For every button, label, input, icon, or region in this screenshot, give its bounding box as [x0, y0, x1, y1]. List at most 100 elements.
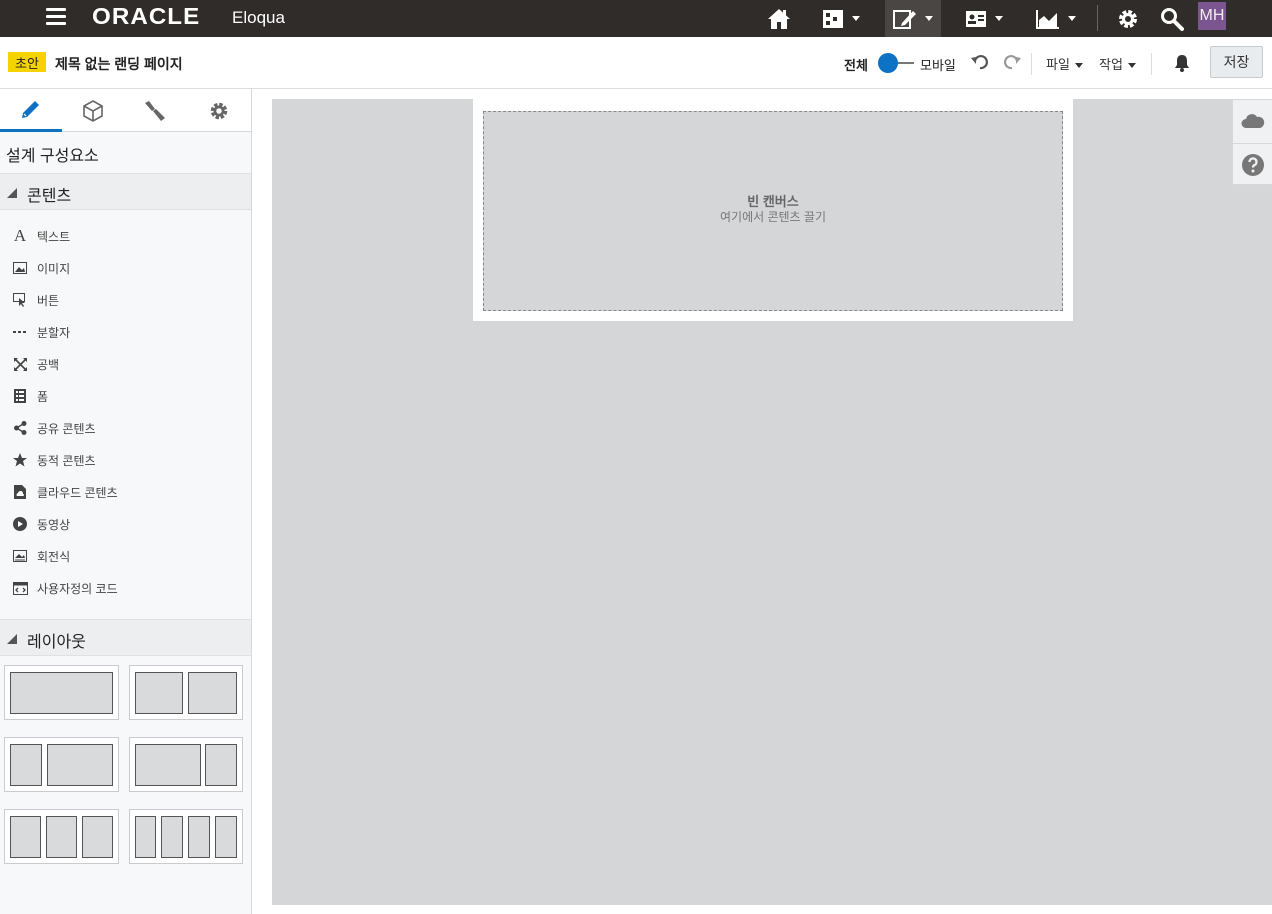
component-dynamic-content[interactable]: 동적 콘텐츠: [0, 443, 250, 475]
layout-three-columns[interactable]: [4, 809, 119, 864]
content-section-label: 콘텐츠: [27, 188, 72, 205]
insight-menu-button[interactable]: [1028, 0, 1084, 37]
assets-menu-button[interactable]: [885, 0, 941, 37]
campaign-icon: [823, 9, 843, 28]
component-divider[interactable]: 분할자: [0, 315, 250, 347]
tab-settings[interactable]: [188, 89, 250, 132]
layout-two-columns[interactable]: [129, 665, 243, 720]
design-components-sidebar: 설계 구성요소 콘텐츠 A 텍스트 이미지 버튼 분할자 공백 폼 공유 콘텐츠…: [0, 89, 252, 914]
component-custom-code[interactable]: 사용자정의 코드: [0, 571, 250, 603]
cloud-icon: [1241, 114, 1265, 128]
toolbar-separator: [1031, 53, 1032, 75]
component-cloud-content[interactable]: 클라우드 콘텐츠: [0, 475, 250, 507]
layout-section-header[interactable]: 레이아웃: [0, 619, 251, 656]
product-name: Eloqua: [232, 8, 285, 27]
actions-menu[interactable]: 작업: [1099, 54, 1136, 73]
component-label: 분할자: [37, 326, 71, 340]
component-image[interactable]: 이미지: [0, 251, 250, 283]
component-carousel[interactable]: 회전식: [0, 539, 250, 571]
component-button[interactable]: 버튼: [0, 283, 250, 315]
layout-four-columns[interactable]: [129, 809, 243, 864]
assets-edit-icon: [893, 9, 916, 29]
brush-icon: [145, 100, 165, 121]
chevron-down-icon: [1074, 63, 1083, 69]
divider-icon: [12, 324, 28, 340]
component-label: 공유 콘텐츠: [37, 422, 96, 436]
file-menu[interactable]: 파일: [1046, 54, 1083, 73]
home-button[interactable]: [764, 0, 794, 37]
layout-section-label: 레이아웃: [27, 634, 86, 651]
contacts-menu-button[interactable]: [956, 0, 1012, 37]
component-label: 공백: [37, 358, 60, 372]
component-label: 동적 콘텐츠: [37, 454, 96, 468]
content-section-header[interactable]: 콘텐츠: [0, 173, 251, 210]
tab-styles[interactable]: [124, 89, 186, 132]
layout-one-column[interactable]: [4, 665, 119, 720]
component-label: 클라우드 콘텐츠: [37, 486, 118, 500]
cloud-file-icon: [12, 484, 28, 500]
actions-menu-label: 작업: [1099, 57, 1123, 72]
view-full-label[interactable]: 전체: [844, 55, 868, 74]
undo-icon: [971, 54, 988, 70]
tab-design[interactable]: [0, 89, 62, 132]
spacer-icon: [12, 356, 28, 372]
sidebar-heading: 설계 구성요소: [6, 148, 99, 165]
component-label: 버튼: [37, 294, 60, 308]
component-form[interactable]: 폼: [0, 379, 250, 411]
help-button[interactable]: [1233, 143, 1272, 185]
component-label: 회전식: [37, 550, 71, 564]
layout-wide-narrow[interactable]: [129, 737, 243, 792]
contacts-icon: [966, 10, 986, 27]
search-button[interactable]: [1157, 0, 1187, 37]
tab-components[interactable]: [62, 89, 124, 132]
user-avatar[interactable]: MH: [1198, 2, 1226, 30]
component-shared-content[interactable]: 공유 콘텐츠: [0, 411, 250, 443]
carousel-icon: [12, 548, 28, 564]
file-menu-label: 파일: [1046, 57, 1070, 72]
oracle-logo: ORACLE: [92, 3, 201, 29]
button-icon: [12, 292, 28, 308]
cube-icon: [83, 99, 103, 122]
view-mode-toggle[interactable]: [878, 53, 916, 73]
redo-button[interactable]: [1002, 53, 1022, 75]
share-icon: [12, 420, 28, 436]
component-spacer[interactable]: 공백: [0, 347, 250, 379]
insight-chart-icon: [1036, 9, 1059, 29]
hamburger-menu-icon[interactable]: [46, 8, 66, 26]
page-title[interactable]: 제목 없는 랜딩 페이지: [55, 54, 183, 74]
save-button[interactable]: 저장: [1210, 46, 1263, 78]
component-label: 동영상: [37, 518, 71, 532]
collapse-triangle-icon: [7, 188, 17, 198]
component-label: 사용자정의 코드: [37, 582, 118, 596]
collapse-triangle-icon: [7, 634, 17, 644]
redo-icon: [1004, 54, 1021, 70]
topbar-separator: [1097, 5, 1098, 31]
component-label: 이미지: [37, 262, 71, 276]
notifications-button[interactable]: [1173, 54, 1191, 76]
text-icon: A: [13, 226, 27, 245]
cloud-button[interactable]: [1233, 100, 1272, 142]
image-icon: [12, 260, 28, 276]
gear-icon: [210, 102, 228, 119]
component-video[interactable]: 동영상: [0, 507, 250, 539]
view-mobile-label[interactable]: 모바일: [920, 55, 956, 74]
settings-button[interactable]: [1114, 0, 1142, 37]
layout-narrow-wide[interactable]: [4, 737, 119, 792]
campaigns-menu-button[interactable]: [812, 0, 870, 37]
star-icon: [12, 452, 28, 468]
sidebar-tabs: [0, 89, 251, 132]
form-icon: [12, 388, 28, 404]
pencil-icon: [22, 101, 39, 118]
undo-button[interactable]: [970, 53, 990, 75]
video-icon: [12, 516, 28, 532]
bell-icon: [1175, 55, 1189, 72]
status-badge: 초안: [8, 52, 46, 72]
code-icon: [12, 580, 28, 596]
component-label: 텍스트: [37, 230, 71, 244]
chevron-down-icon: [1127, 63, 1136, 69]
component-text[interactable]: A 텍스트: [0, 219, 250, 251]
empty-canvas-dropzone[interactable]: 빈 캔버스 여기에서 콘텐츠 끌기: [483, 111, 1063, 311]
search-icon: [1161, 7, 1184, 31]
component-label: 폼: [37, 390, 49, 404]
editor-toolbar: 초안 제목 없는 랜딩 페이지 전체 모바일 파일 작업 저장: [0, 37, 1272, 89]
